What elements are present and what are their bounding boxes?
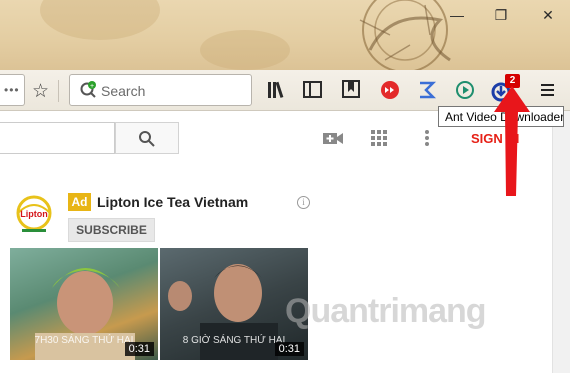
toolbar-divider [58, 80, 59, 102]
vertical-scrollbar[interactable] [552, 111, 570, 373]
lipton-logo[interactable]: Lipton [12, 193, 56, 239]
video-thumbnail[interactable]: 7H30 SÁNG THỨ HAI 0:31 [10, 248, 158, 360]
search-input[interactable]: + Search [69, 74, 252, 106]
youtube-addon-icon[interactable] [378, 78, 402, 102]
bookmark-star-icon[interactable]: ☆ [32, 80, 49, 103]
info-icon[interactable]: i [297, 196, 310, 209]
url-bar[interactable]: ••• [0, 74, 25, 106]
video-duration: 0:31 [124, 342, 154, 356]
logo-text: Lipton [20, 209, 48, 219]
red-arrow-annotation [494, 86, 530, 196]
more-options-icon[interactable] [424, 129, 430, 147]
sigma-addon-icon[interactable] [415, 78, 439, 102]
ad-channel-title[interactable]: Lipton Ice Tea Vietnam [97, 194, 248, 210]
search-placeholder: Search [101, 83, 146, 99]
hamburger-menu-icon[interactable] [538, 78, 558, 102]
library-icon[interactable] [266, 78, 288, 102]
bookmark-panel-icon[interactable] [340, 78, 362, 102]
theme-texture [200, 30, 290, 70]
youtube-page: SIGN IN Lipton Ad Lipton Ice Tea Vietnam… [0, 111, 552, 373]
restore-button[interactable]: ❐ [488, 4, 514, 26]
browser-titlebar: — ❐ ✕ [0, 0, 570, 70]
minimize-button[interactable]: — [444, 4, 470, 26]
subscribe-button[interactable]: SUBSCRIBE [68, 218, 155, 242]
youtube-search-input[interactable] [0, 122, 115, 154]
video-duration: 0:31 [274, 342, 304, 356]
theme-texture [40, 0, 160, 40]
apps-grid-icon[interactable] [371, 130, 387, 146]
reader-view-icon[interactable] [302, 78, 324, 102]
youtube-search-button[interactable] [115, 122, 179, 154]
page-actions-icon[interactable]: ••• [4, 83, 20, 97]
svg-text:+: + [90, 83, 94, 90]
ad-badge: Ad [68, 193, 91, 211]
watermark-text: Quantrimang [285, 292, 487, 330]
play-addon-icon[interactable] [453, 78, 477, 102]
close-window-button[interactable]: ✕ [535, 4, 561, 26]
upload-video-icon[interactable] [322, 130, 344, 146]
search-engine-icon: + [80, 81, 96, 98]
search-icon [139, 131, 155, 147]
